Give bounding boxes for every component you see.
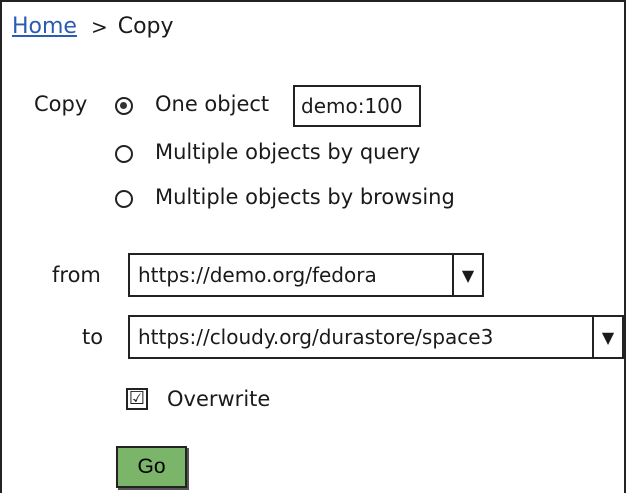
chevron-right-icon: > [90, 14, 108, 39]
breadcrumb-home-link[interactable]: Home [12, 14, 77, 39]
object-id-input[interactable]: demo:100 [293, 85, 421, 127]
chevron-down-icon[interactable]: ▼ [592, 317, 622, 357]
to-label: to [82, 325, 104, 349]
radio-one-object[interactable] [115, 97, 133, 115]
radio-multiple-by-browsing[interactable] [115, 190, 133, 208]
breadcrumb-current: Copy [117, 14, 174, 39]
from-label: from [52, 263, 101, 287]
overwrite-label: Overwrite [167, 387, 271, 411]
chevron-down-icon[interactable]: ▼ [452, 255, 482, 295]
radio-multiple-by-browsing-label: Multiple objects by browsing [155, 185, 455, 209]
window-frame [0, 0, 626, 493]
from-select-value: https://demo.org/fedora [138, 263, 377, 287]
overwrite-checkbox[interactable]: ☑ [126, 388, 148, 410]
checkmark-icon: ☑ [128, 388, 146, 409]
radio-multiple-by-query-label: Multiple objects by query [155, 140, 421, 164]
to-select-value: https://cloudy.org/durastore/space3 [138, 325, 494, 349]
breadcrumb: Home > Copy [12, 14, 174, 39]
go-button[interactable]: Go [116, 446, 187, 488]
object-id-value: demo:100 [301, 94, 403, 118]
radio-one-object-label: One object [155, 92, 270, 116]
copy-label: Copy [34, 92, 88, 116]
radio-multiple-by-query[interactable] [115, 145, 133, 163]
to-select[interactable]: https://cloudy.org/durastore/space3 ▼ [128, 315, 624, 359]
from-select[interactable]: https://demo.org/fedora ▼ [128, 253, 484, 297]
